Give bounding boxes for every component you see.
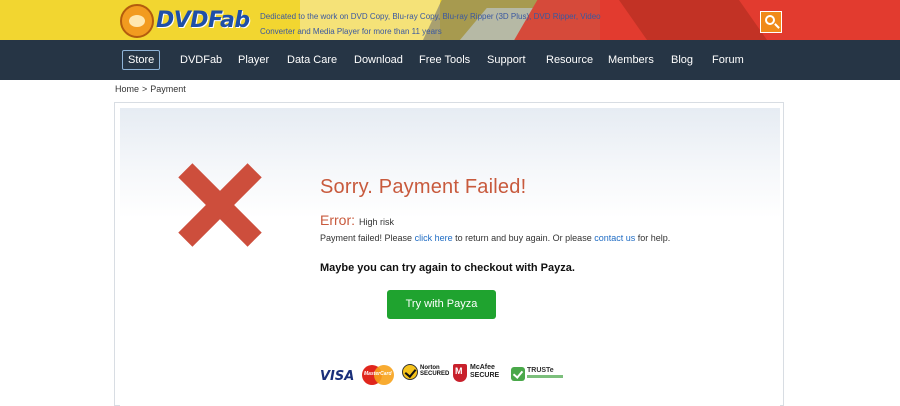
shield-icon (453, 364, 467, 382)
mcafee-secure-badge: McAfee SECURE (453, 363, 501, 389)
panel-background (120, 108, 780, 406)
click-here-link[interactable]: click here (415, 233, 453, 243)
nav-item-support[interactable]: Support (487, 50, 526, 70)
breadcrumb-home[interactable]: Home (115, 84, 139, 94)
error-label: Error: (320, 212, 355, 228)
logo-text: DVDFab (156, 8, 250, 33)
nav-item-free-tools[interactable]: Free Tools (419, 50, 470, 70)
message-suffix: for help. (637, 233, 671, 243)
checkmark-icon (511, 367, 525, 381)
truste-badge: TRUSTe (511, 367, 565, 385)
retry-text: Maybe you can try again to checkout with… (320, 262, 575, 274)
breadcrumb-separator: > (142, 84, 148, 94)
message-middle: to return and buy again. Or please (455, 233, 592, 243)
try-with-payza-button[interactable]: Try with Payza (387, 290, 496, 319)
payment-panel (114, 102, 784, 406)
breadcrumb: Home > Payment (115, 84, 189, 94)
header-tagline: Dedicated to the work on DVD Copy, Blu-r… (260, 12, 601, 36)
error-line: Error: High risk (320, 212, 394, 228)
nav-item-resource[interactable]: Resource (546, 50, 593, 70)
norton-secured-badge: Norton SECURED (402, 363, 449, 389)
nav-item-members[interactable]: Members (608, 50, 654, 70)
mastercard-logo: MasterCard (362, 365, 394, 387)
site-header: DVDFab Dedicated to the work on DVD Copy… (0, 0, 900, 40)
breadcrumb-current: Payment (150, 84, 186, 94)
nav-item-player[interactable]: Player (238, 50, 269, 70)
nav-item-data-care[interactable]: Data Care (287, 50, 337, 70)
nav-item-store[interactable]: Store (122, 50, 161, 70)
nav-item-dvdfab[interactable]: DVDFab (180, 50, 222, 70)
nav-item-forum[interactable]: Forum (712, 50, 744, 70)
checkmark-icon (402, 364, 418, 380)
nav-item-download[interactable]: Download (354, 50, 403, 70)
error-x-icon (175, 160, 265, 250)
mascot-icon (120, 4, 154, 38)
dvdfab-logo[interactable]: DVDFab (120, 4, 250, 38)
contact-us-link[interactable]: contact us (594, 233, 635, 243)
message-prefix: Payment failed! Please (320, 233, 413, 243)
page-title: Sorry. Payment Failed! (320, 176, 527, 198)
main-nav: Store DVDFab Player Data Care Download F… (0, 40, 900, 80)
nav-item-blog[interactable]: Blog (671, 50, 693, 70)
search-button[interactable] (760, 11, 782, 33)
failure-message: Payment failed! Please click here to ret… (320, 233, 670, 243)
error-detail: High risk (359, 217, 395, 227)
visa-logo: VISA (320, 369, 355, 384)
